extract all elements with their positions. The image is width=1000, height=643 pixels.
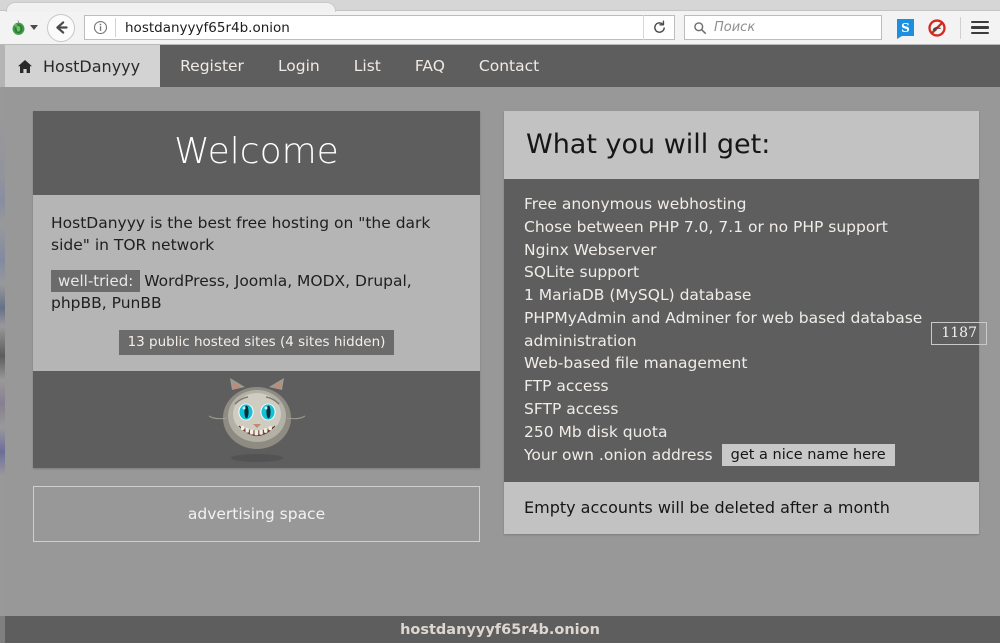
browser-window: hostdanyyyf65r4b.onion Поиск S (0, 0, 1000, 643)
list-item: 250 Mb disk quota (524, 421, 959, 444)
hosted-sites-line: 13 public hosted sites (4 sites hidden) (51, 330, 462, 355)
noscript-icon[interactable]: S (897, 19, 914, 36)
info-icon[interactable] (93, 20, 108, 35)
list-item-onion-address: Your own .onion address get a nice name … (524, 444, 959, 467)
blocker-icon[interactable] (928, 19, 946, 37)
menu-line (971, 21, 989, 24)
site-navbar: HostDanyyy Register Login List FAQ Conta… (0, 45, 1000, 87)
address-bar[interactable]: hostdanyyyf65r4b.onion (84, 15, 675, 40)
address-bar-url: hostdanyyyf65r4b.onion (125, 20, 643, 36)
list-item: FTP access (524, 375, 959, 398)
cheshire-cat-banner (33, 371, 480, 468)
list-item: SQLite support (524, 261, 959, 284)
get-nice-name-button[interactable]: get a nice name here (722, 444, 895, 466)
well-tried-line: well-tried:WordPress, Joomla, MODX, Drup… (51, 270, 462, 314)
search-icon (693, 21, 707, 35)
list-item: Chose between PHP 7.0, 7.1 or no PHP sup… (524, 216, 959, 239)
browser-tabstrip (0, 0, 1000, 11)
extension-icons: S (897, 19, 946, 37)
welcome-intro: HostDanyyy is the best free hosting on "… (51, 212, 462, 256)
search-input-placeholder: Поиск (714, 20, 755, 35)
menu-line (971, 26, 989, 29)
list-item: SFTP access (524, 398, 959, 421)
toolbar-divider (960, 17, 961, 39)
onion-address-label: Your own .onion address (524, 444, 713, 467)
chevron-down-icon (30, 25, 38, 30)
list-item: Web-based file management (524, 352, 959, 375)
features-title: What you will get: (504, 111, 979, 179)
reload-button[interactable] (643, 15, 674, 40)
nav-item-register[interactable]: Register (160, 45, 261, 87)
welcome-panel: Welcome HostDanyyy is the best free host… (33, 111, 480, 468)
tor-button[interactable] (8, 19, 43, 36)
features-column: What you will get: Free anonymous webhos… (504, 111, 979, 542)
advertising-space[interactable]: advertising space (33, 486, 480, 542)
search-bar[interactable]: Поиск (684, 15, 882, 40)
home-icon (17, 59, 33, 74)
page-content: Welcome HostDanyyy is the best free host… (0, 87, 1000, 542)
menu-button[interactable] (971, 21, 989, 35)
features-body: Free anonymous webhosting Chose between … (504, 179, 979, 482)
list-item: 1 MariaDB (MySQL) database (524, 284, 959, 307)
list-item: Free anonymous webhosting (524, 193, 959, 216)
features-list: Free anonymous webhosting Chose between … (524, 193, 959, 466)
welcome-title: Welcome (33, 111, 480, 195)
footer-domain: hostdanyyyf65r4b.onion (400, 622, 600, 638)
brand-label: HostDanyyy (43, 57, 140, 76)
nav-item-home[interactable]: HostDanyyy (0, 45, 160, 87)
nav-item-faq[interactable]: FAQ (398, 45, 462, 87)
features-panel: What you will get: Free anonymous webhos… (504, 111, 979, 534)
visit-counter: 1187 (931, 322, 987, 345)
menu-line (971, 32, 989, 35)
browser-toolbar: hostdanyyyf65r4b.onion Поиск S (0, 11, 1000, 45)
nav-item-list[interactable]: List (337, 45, 398, 87)
list-item: Nginx Webserver (524, 239, 959, 262)
welcome-body: HostDanyyy is the best free hosting on "… (33, 195, 480, 371)
window-edge-artifact (0, 45, 5, 643)
nav-item-login[interactable]: Login (261, 45, 337, 87)
nav-item-contact[interactable]: Contact (462, 45, 556, 87)
features-footer-note: Empty accounts will be deleted after a m… (504, 482, 979, 534)
site-footer: hostdanyyyf65r4b.onion (0, 616, 1000, 643)
back-arrow-icon (54, 20, 69, 35)
reload-icon (652, 20, 667, 35)
hosted-sites-badge[interactable]: 13 public hosted sites (4 sites hidden) (119, 330, 395, 355)
address-bar-divider (115, 18, 116, 37)
welcome-column: Welcome HostDanyyy is the best free host… (33, 111, 480, 542)
back-button[interactable] (47, 14, 75, 42)
cheshire-cat-icon (201, 374, 313, 466)
well-tried-badge: well-tried: (51, 270, 140, 292)
page-viewport: HostDanyyy Register Login List FAQ Conta… (0, 45, 1000, 643)
browser-tab[interactable] (6, 2, 336, 12)
list-item: PHPMyAdmin and Adminer for web based dat… (524, 307, 959, 353)
onion-icon (10, 19, 27, 36)
